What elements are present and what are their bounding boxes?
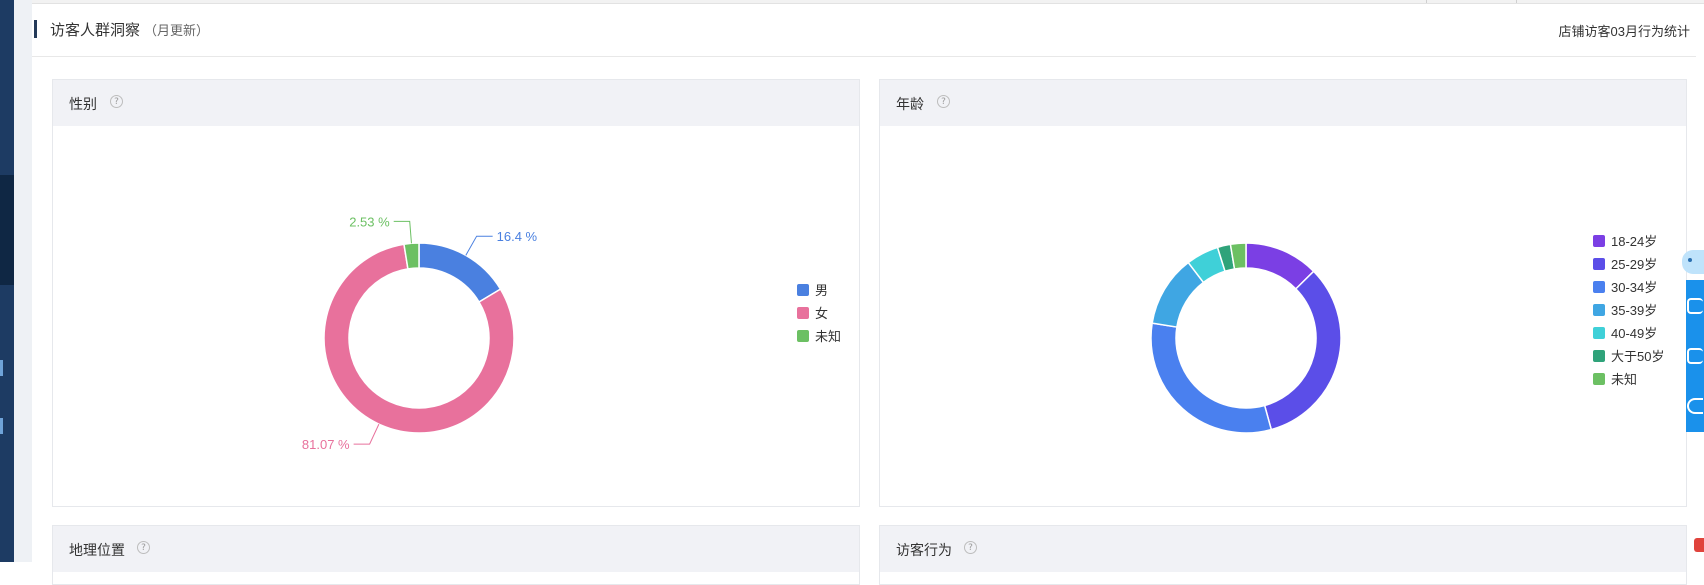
legend-item[interactable]: 30-34岁: [1593, 275, 1664, 298]
left-nav-marker: [0, 418, 3, 434]
legend-swatch: [1593, 234, 1605, 247]
top-divider-tick: [1516, 0, 1517, 3]
legend-label: 18-24岁: [1611, 234, 1658, 249]
geo-panel: 地理位置 ?: [52, 525, 860, 585]
legend-swatch: [1593, 257, 1605, 270]
donut-slice[interactable]: [418, 242, 502, 304]
legend-swatch: [1593, 349, 1605, 362]
legend-label: 未知: [815, 329, 842, 344]
donut-slice[interactable]: [1263, 270, 1342, 431]
help-icon[interactable]: ?: [964, 541, 977, 554]
legend-label: 30-34岁: [1611, 280, 1658, 295]
gender-donut-chart: 16.4 % 81.07 % 2.53 %: [302, 214, 538, 452]
legend-label: 男: [815, 283, 829, 298]
left-nav-strip: [0, 0, 14, 562]
mascot-icon[interactable]: [1682, 250, 1704, 274]
floating-toolbar: [1686, 280, 1704, 432]
age-legend: 18-24岁 25-29岁 30-34岁 35-39岁 40-49岁 大于50岁未知: [1593, 229, 1664, 390]
slice-label-leader: [393, 220, 412, 244]
legend-label: 25-29岁: [1611, 257, 1658, 272]
legend-label: 女: [815, 306, 829, 321]
age-panel-title: 年龄: [896, 96, 924, 112]
slice-value-label: 81.07 %: [302, 437, 350, 452]
refresh-icon[interactable]: [1687, 398, 1703, 414]
legend-swatch: [1593, 280, 1605, 293]
slice-value-label: 2.53 %: [349, 214, 390, 229]
donut-slice[interactable]: [1150, 322, 1273, 434]
age-panel-header: 年龄 ?: [880, 80, 1686, 126]
legend-swatch: [797, 283, 809, 296]
geo-panel-title: 地理位置: [69, 542, 125, 558]
legend-swatch: [1593, 372, 1605, 385]
legend-swatch: [1593, 303, 1605, 316]
section-header: 访客人群洞察 （月更新） 店铺访客03月行为统计: [32, 8, 1696, 57]
behavior-panel: 访客行为 ?: [879, 525, 1687, 585]
legend-swatch: [797, 306, 809, 319]
help-icon[interactable]: ?: [137, 541, 150, 554]
gender-panel-title: 性别: [69, 96, 97, 112]
notification-icon[interactable]: [1694, 538, 1704, 552]
legend-item[interactable]: 大于50岁: [1593, 344, 1664, 367]
legend-item[interactable]: 18-24岁: [1593, 229, 1664, 252]
legend-item[interactable]: 35-39岁: [1593, 298, 1664, 321]
legend-item[interactable]: 25-29岁: [1593, 252, 1664, 275]
behavior-panel-title: 访客行为: [896, 542, 952, 558]
legend-swatch: [797, 329, 809, 342]
left-nav-active-block: [0, 175, 14, 285]
help-icon[interactable]: ?: [937, 95, 950, 108]
legend-item[interactable]: 男: [797, 278, 841, 301]
section-accent-bar: [34, 20, 37, 38]
gender-legend: 男女未知: [797, 278, 841, 347]
legend-swatch: [1593, 326, 1605, 339]
section-title: 访客人群洞察 （月更新）: [50, 19, 209, 40]
age-donut-chart: [1150, 242, 1342, 434]
help-icon[interactable]: ?: [110, 95, 123, 108]
left-gutter: [14, 0, 32, 562]
legend-item[interactable]: 40-49岁: [1593, 321, 1664, 344]
chat-icon[interactable]: [1687, 348, 1703, 364]
slice-label-leader: [465, 235, 493, 256]
legend-label: 40-49岁: [1611, 326, 1658, 341]
section-subtitle: （月更新）: [144, 23, 210, 38]
age-panel: 年龄 ? 18-24岁 25-29岁 30-34岁 35-39岁 40-49岁 大于50岁…: [879, 79, 1687, 507]
slice-label-leader: [353, 423, 380, 445]
section-stat-label: 店铺访客03月行为统计: [1558, 24, 1690, 39]
top-divider: [32, 0, 1704, 4]
geo-panel-header: 地理位置 ?: [53, 526, 859, 572]
legend-label: 35-39岁: [1611, 303, 1658, 318]
legend-label: 大于50岁: [1611, 349, 1665, 364]
legend-label: 未知: [1611, 372, 1638, 387]
top-divider-tick: [1426, 0, 1427, 3]
bell-icon[interactable]: [1687, 298, 1703, 314]
left-nav-marker: [0, 360, 3, 376]
slice-value-label: 16.4 %: [497, 229, 538, 244]
legend-item[interactable]: 未知: [797, 324, 841, 347]
gender-panel: 性别 ? 16.4 % 81.07 % 2.53 % 男女未知: [52, 79, 860, 507]
section-title-text: 访客人群洞察: [50, 22, 141, 39]
gender-panel-header: 性别 ?: [53, 80, 859, 126]
behavior-panel-header: 访客行为 ?: [880, 526, 1686, 572]
legend-item[interactable]: 未知: [1593, 367, 1664, 390]
legend-item[interactable]: 女: [797, 301, 841, 324]
